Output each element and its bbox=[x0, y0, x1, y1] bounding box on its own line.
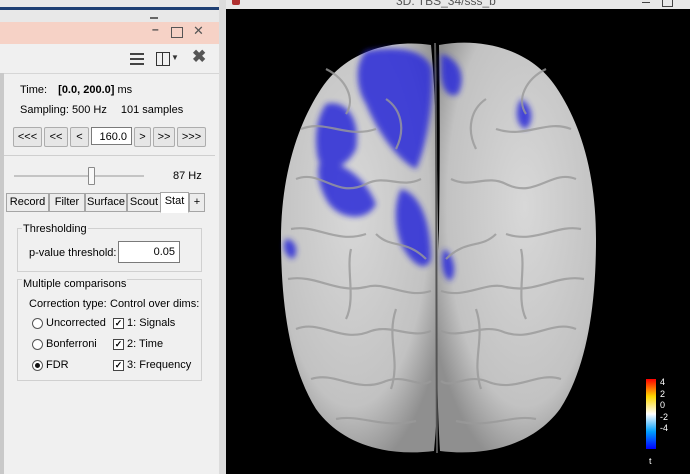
checkbox-time-label: 2: Time bbox=[127, 338, 164, 350]
colorbar-ticks: 4 2 0 -2 -4 bbox=[660, 377, 668, 435]
colorbar-tick: 0 bbox=[660, 400, 666, 410]
colorbar-unit: t bbox=[649, 456, 652, 466]
top-strip bbox=[0, 0, 219, 22]
frequency-slider[interactable] bbox=[14, 175, 144, 177]
maximize-button[interactable] bbox=[171, 27, 183, 38]
sampling-rate: Sampling: 500 Hz bbox=[20, 104, 107, 116]
divider bbox=[4, 155, 215, 156]
frequency-slider-thumb[interactable] bbox=[88, 167, 95, 185]
prev-fast-button[interactable]: << bbox=[44, 127, 68, 147]
brain-render bbox=[281, 42, 596, 454]
tab-record[interactable]: Record bbox=[6, 193, 49, 212]
figure-title: 3D: TBS_34/sss_b bbox=[396, 0, 496, 8]
first-button[interactable]: <<< bbox=[13, 127, 42, 147]
brain-3d-view[interactable] bbox=[226, 9, 690, 474]
current-time-field[interactable]: 160.0 bbox=[91, 127, 132, 145]
colorbar-tick: -2 bbox=[660, 411, 669, 422]
thresholding-title: Thresholding bbox=[22, 223, 88, 235]
time-label: Time: bbox=[20, 84, 48, 96]
minimize-button[interactable]: – bbox=[152, 22, 159, 36]
multiple-comparisons-title: Multiple comparisons bbox=[22, 278, 128, 290]
tab-stat[interactable]: Stat bbox=[160, 192, 189, 213]
panel-left-edge bbox=[0, 73, 4, 474]
sampling-row: Sampling: 500 Hz 101 samples bbox=[20, 104, 183, 116]
tab-scout[interactable]: Scout bbox=[127, 193, 161, 212]
control-dims-label: Control over dims: bbox=[110, 298, 200, 310]
taskbar-strip bbox=[0, 7, 219, 10]
figure-minimize-button[interactable] bbox=[642, 2, 650, 3]
time-value: [0.0, 200.0] bbox=[58, 84, 115, 96]
prev-button[interactable]: < bbox=[70, 127, 89, 147]
window-divider bbox=[219, 0, 226, 474]
radio-uncorrected-label: Uncorrected bbox=[46, 317, 106, 329]
close-window-button[interactable]: ✕ bbox=[193, 23, 204, 39]
colorbar-tick: 2 bbox=[660, 388, 666, 399]
pvalue-input[interactable]: 0.05 bbox=[118, 241, 180, 263]
colorbar-tick: -4 bbox=[660, 423, 669, 433]
left-panel: – ✕ ▼ ✖ Time: [0.0, 200.0] ms Sampling: … bbox=[0, 0, 219, 474]
next-button[interactable]: > bbox=[134, 127, 151, 147]
radio-fdr[interactable] bbox=[32, 360, 43, 371]
time-unit: ms bbox=[117, 84, 133, 96]
radio-bonferroni[interactable] bbox=[32, 339, 43, 350]
checkbox-time[interactable]: ✓ bbox=[113, 339, 124, 350]
list-icon[interactable] bbox=[130, 50, 144, 66]
close-icon[interactable]: ✖ bbox=[192, 47, 206, 66]
time-row: Time: [0.0, 200.0] ms bbox=[20, 84, 132, 96]
figure-title-bar: 3D: TBS_34/sss_b bbox=[226, 0, 690, 9]
tab-add[interactable]: + bbox=[189, 193, 205, 212]
minimize-icon[interactable] bbox=[150, 17, 158, 19]
radio-fdr-label: FDR bbox=[46, 359, 69, 371]
colorbar-tick: 4 bbox=[660, 377, 666, 387]
radio-bonferroni-label: Bonferroni bbox=[46, 338, 97, 350]
toolbar: ▼ ✖ bbox=[0, 45, 219, 74]
layout-icon[interactable]: ▼ bbox=[156, 50, 179, 66]
checkbox-frequency-label: 3: Frequency bbox=[127, 359, 192, 371]
figure-app-icon bbox=[232, 0, 240, 5]
checkbox-frequency[interactable]: ✓ bbox=[113, 360, 124, 371]
checkbox-signals[interactable]: ✓ bbox=[113, 318, 124, 329]
pvalue-label: p-value threshold: bbox=[29, 247, 117, 259]
sample-count: 101 samples bbox=[120, 104, 184, 116]
last-button[interactable]: >>> bbox=[177, 127, 206, 147]
next-fast-button[interactable]: >> bbox=[153, 127, 175, 147]
figure-maximize-button[interactable] bbox=[662, 0, 673, 7]
colorbar bbox=[646, 379, 656, 449]
radio-uncorrected[interactable] bbox=[32, 318, 43, 329]
correction-type-label: Correction type: bbox=[29, 298, 107, 310]
tab-filter[interactable]: Filter bbox=[49, 193, 85, 212]
panel-title-bar: – ✕ bbox=[0, 22, 219, 44]
checkbox-signals-label: 1: Signals bbox=[127, 317, 176, 329]
tab-surface[interactable]: Surface bbox=[85, 193, 127, 212]
frequency-value: 87 Hz bbox=[173, 170, 202, 182]
